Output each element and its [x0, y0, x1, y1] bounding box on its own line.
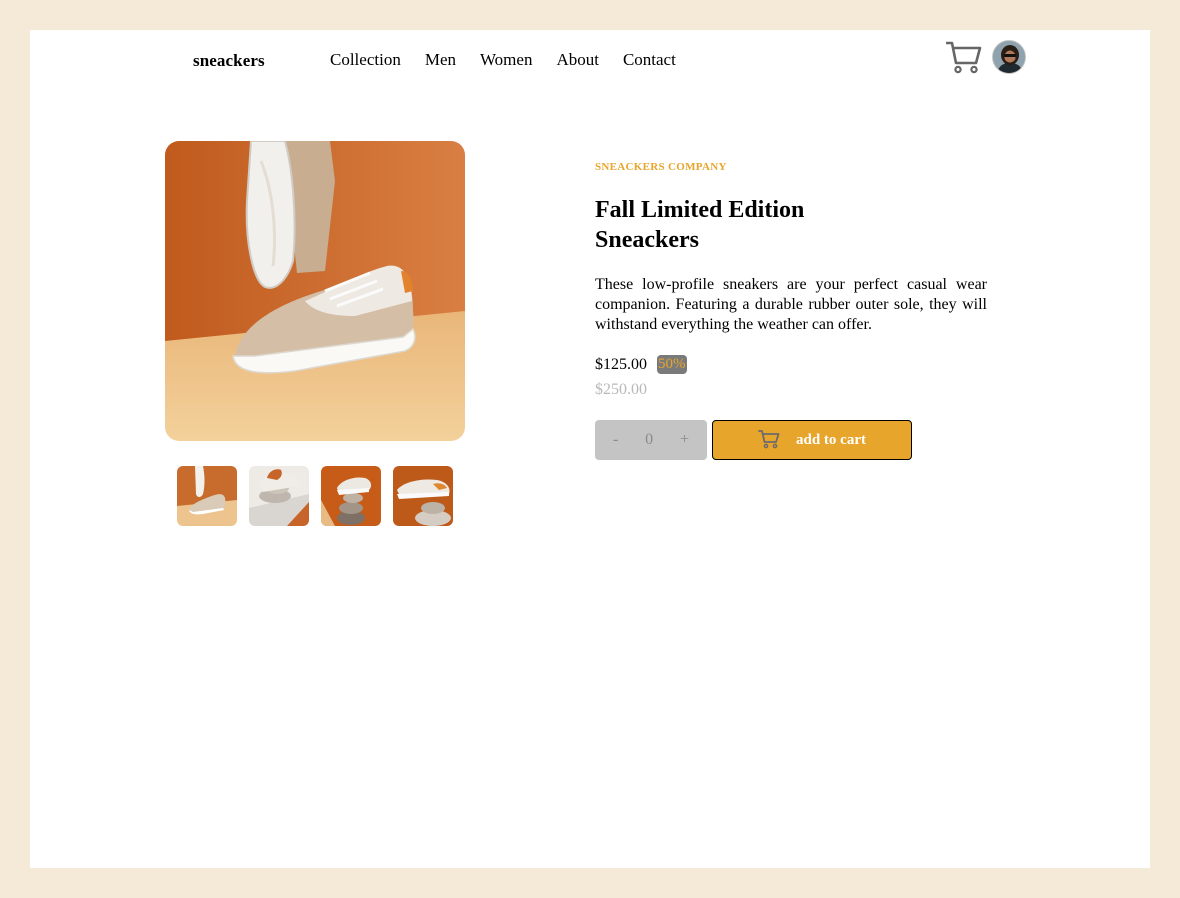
add-to-cart-button[interactable]: add to cart — [712, 420, 912, 460]
nav-contact[interactable]: Contact — [623, 50, 676, 70]
thumbnail-2[interactable] — [249, 466, 309, 526]
thumbnail-3[interactable] — [321, 466, 381, 526]
thumbnail-4[interactable] — [393, 466, 453, 526]
price-row: $125.00 50% — [595, 355, 687, 374]
quantity-stepper: - 0 + — [595, 420, 707, 460]
add-to-cart-label: add to cart — [796, 431, 866, 448]
original-price: $250.00 — [595, 381, 647, 398]
nav-men[interactable]: Men — [425, 50, 456, 70]
cart-icon — [758, 429, 780, 454]
thumbnail-strip — [177, 466, 465, 526]
current-price: $125.00 — [595, 355, 647, 373]
brand-logo[interactable]: sneackers — [193, 51, 265, 71]
discount-badge: 50% — [657, 355, 687, 374]
decrement-button[interactable]: - — [609, 431, 622, 449]
product-description: These low-profile sneakers are your perf… — [595, 276, 987, 333]
nav-collection[interactable]: Collection — [330, 50, 401, 70]
nav-women[interactable]: Women — [480, 50, 532, 70]
nav-about[interactable]: About — [556, 50, 599, 70]
page-card: sneackers Collection Men Women About Con… — [30, 30, 1150, 868]
quantity-value: 0 — [645, 431, 654, 448]
company-name: SNEACKERS COMPANY — [595, 161, 727, 173]
product-title: Fall Limited Edition Sneackers — [595, 197, 805, 253]
cart-icon[interactable] — [945, 40, 982, 74]
thumbnail-1[interactable] — [177, 466, 237, 526]
product-main-image[interactable] — [165, 141, 465, 441]
main-nav: Collection Men Women About Contact — [330, 50, 700, 70]
user-avatar[interactable] — [992, 40, 1026, 74]
increment-button[interactable]: + — [676, 431, 693, 449]
